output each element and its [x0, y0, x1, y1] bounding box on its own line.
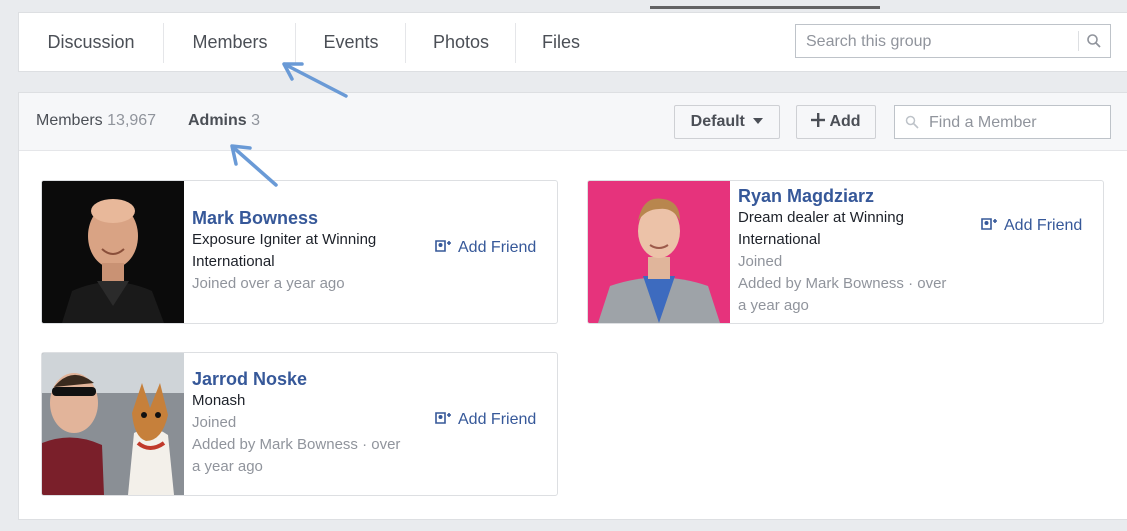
add-friend-icon: [435, 412, 451, 424]
filter-members-label: Members: [36, 112, 103, 129]
add-friend-button[interactable]: Add Friend: [980, 216, 1082, 235]
filter-admins-count: 3: [251, 112, 261, 129]
member-photo-image: [588, 181, 730, 323]
group-tab-bar: Discussion Members Events Photos Files: [18, 12, 1127, 72]
tab-divider: [163, 23, 164, 63]
find-member-box[interactable]: [894, 105, 1111, 140]
member-work-cont: International: [192, 253, 275, 270]
member-name-link[interactable]: Jarrod Noske: [192, 368, 437, 390]
member-work: Monash: [192, 392, 246, 409]
member-info: Jarrod Noske Monash Joined Added by Mark…: [192, 368, 437, 478]
top-edge: [0, 0, 1127, 10]
plus-icon: [811, 113, 826, 127]
add-friend-button[interactable]: Add Friend: [434, 410, 536, 429]
sort-default-label: Default: [690, 113, 745, 130]
top-edge-shadow: [650, 6, 880, 9]
add-friend-label: Add Friend: [458, 411, 537, 428]
add-friend-label: Add Friend: [1004, 217, 1083, 234]
filter-all-members[interactable]: Members 13,967: [36, 112, 156, 130]
member-work-cont: International: [738, 231, 821, 248]
member-card: Ryan Magdziarz Dream dealer at Winning I…: [587, 180, 1104, 324]
member-photo-image: [42, 181, 184, 323]
add-member-button[interactable]: Add: [796, 105, 876, 139]
filter-admins[interactable]: Admins 3: [188, 112, 260, 130]
search-icon[interactable]: [1086, 33, 1102, 49]
tab-divider: [515, 23, 516, 63]
tab-files[interactable]: Files: [521, 13, 601, 71]
member-photo[interactable]: [42, 181, 184, 323]
member-name-link[interactable]: Ryan Magdziarz: [738, 185, 983, 207]
member-joined: Joined: [738, 253, 783, 270]
members-panel-header: Members 13,967 Admins 3 Default Add: [19, 93, 1127, 151]
member-card: Jarrod Noske Monash Joined Added by Mark…: [41, 352, 558, 496]
member-name-link[interactable]: Mark Bowness: [192, 207, 437, 229]
tab-members[interactable]: Members: [169, 13, 291, 71]
members-panel: Members 13,967 Admins 3 Default Add Find…: [18, 92, 1127, 520]
annotation-arrow-icon: [230, 144, 278, 187]
member-card: Mark Bowness Exposure Igniter at Winning…: [41, 180, 558, 324]
tab-discussion[interactable]: Discussion: [27, 13, 155, 71]
member-photo[interactable]: [588, 181, 730, 323]
member-work: Dream dealer at Winning: [738, 209, 904, 226]
tab-divider: [295, 23, 296, 63]
filter-members-count: 13,967: [107, 112, 157, 129]
tab-divider: [405, 23, 406, 63]
add-friend-label: Add Friend: [458, 239, 537, 256]
tab-photos[interactable]: Photos: [411, 13, 511, 71]
add-friend-button[interactable]: Add Friend: [434, 238, 536, 257]
find-member-input[interactable]: [927, 106, 1106, 140]
member-joined: Joined: [192, 414, 237, 431]
member-added-by: Added by Mark Bowness · over: [738, 275, 947, 292]
member-added-when: a year ago: [738, 297, 809, 314]
add-friend-icon: [981, 218, 997, 230]
member-photo[interactable]: [42, 353, 184, 495]
search-icon: [905, 115, 919, 129]
add-member-label: Add: [829, 113, 861, 130]
member-info: Mark Bowness Exposure Igniter at Winning…: [192, 207, 437, 295]
search-divider: [1078, 31, 1079, 51]
filter-admins-label: Admins: [188, 112, 247, 129]
member-added-by: Added by Mark Bowness · over: [192, 436, 401, 453]
member-added-when: a year ago: [192, 458, 263, 475]
group-search-input[interactable]: [804, 25, 1078, 59]
group-search-box[interactable]: [795, 24, 1111, 59]
annotation-arrow-icon: [282, 62, 348, 98]
member-photo-image: [42, 353, 184, 495]
add-friend-icon: [435, 240, 451, 252]
member-work: Exposure Igniter at Winning: [192, 231, 377, 248]
member-joined: Joined over a year ago: [192, 275, 345, 292]
caret-down-icon: [753, 118, 764, 124]
member-info: Ryan Magdziarz Dream dealer at Winning I…: [738, 185, 983, 317]
sort-default-button[interactable]: Default: [674, 105, 780, 139]
